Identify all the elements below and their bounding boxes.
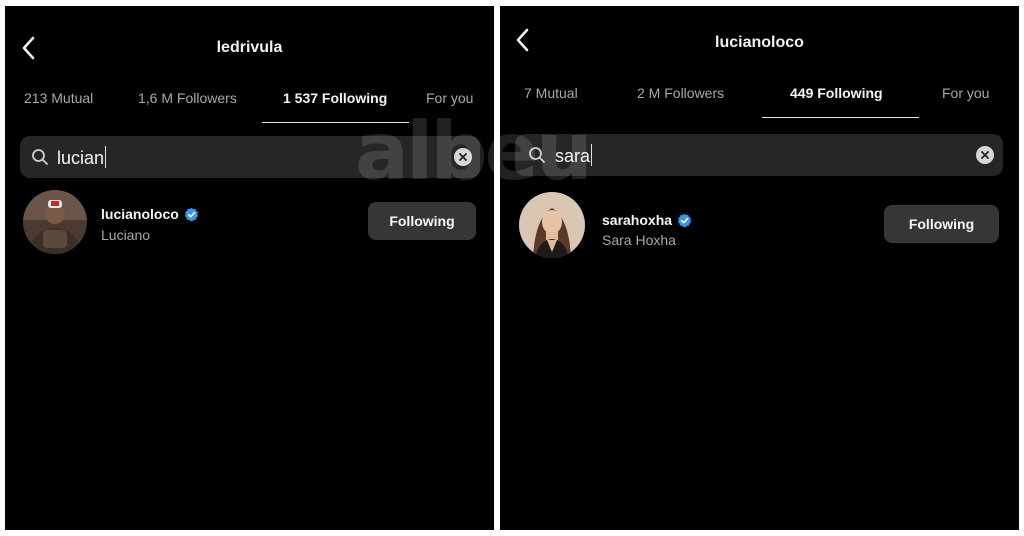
tab-followers[interactable]: 2 M Followers [637, 85, 724, 101]
verified-badge-icon [184, 207, 198, 221]
avatar[interactable] [23, 190, 87, 254]
clear-search-button[interactable] [454, 148, 472, 166]
text-caret [105, 146, 107, 168]
search-input[interactable]: lucian [57, 146, 107, 169]
search-input[interactable]: sara [555, 144, 593, 167]
clear-icon [459, 153, 467, 161]
tab-for-you[interactable]: For you [426, 90, 473, 106]
avatar-image [519, 192, 585, 258]
screenshot-collage: ledrivula 213 Mutual 1,6 M Followers 1 5… [0, 0, 1024, 536]
tab-mutual[interactable]: 213 Mutual [24, 90, 93, 106]
user-list-item[interactable]: lucianoloco Luciano Following [5, 190, 494, 256]
search-field[interactable]: sara [515, 134, 1003, 176]
tab-followers[interactable]: 1,6 M Followers [138, 90, 237, 106]
tab-for-you[interactable]: For you [942, 85, 989, 101]
username[interactable]: lucianoloco [101, 206, 199, 222]
search-field[interactable]: lucian [20, 136, 480, 178]
full-name: Sara Hoxha [602, 232, 676, 248]
profile-title: ledrivula [216, 39, 283, 56]
user-list-item[interactable]: sarahoxha Sara Hoxha Following [500, 192, 1019, 258]
avatar[interactable] [519, 192, 585, 258]
tab-bar: 213 Mutual 1,6 M Followers 1 537 Followi… [5, 88, 494, 124]
username[interactable]: sarahoxha [602, 212, 692, 228]
active-tab-indicator [762, 117, 919, 118]
search-icon [32, 149, 48, 165]
tab-bar: 7 Mutual 2 M Followers 449 Following For… [500, 83, 1019, 119]
avatar-image [23, 190, 87, 254]
username-text: sarahoxha [602, 212, 673, 228]
search-query-text: lucian [57, 148, 105, 168]
right-panel: lucianoloco 7 Mutual 2 M Followers 449 F… [500, 6, 1019, 530]
search-icon [529, 147, 545, 163]
search-query-text: sara [555, 146, 591, 166]
text-caret [591, 144, 593, 166]
left-panel: ledrivula 213 Mutual 1,6 M Followers 1 5… [5, 6, 494, 530]
verified-badge-icon [677, 213, 692, 227]
profile-title: lucianoloco [715, 34, 804, 51]
tab-following[interactable]: 449 Following [790, 85, 883, 101]
username-text: lucianoloco [101, 206, 179, 222]
clear-icon [981, 151, 989, 159]
tab-following[interactable]: 1 537 Following [283, 90, 387, 106]
following-button[interactable]: Following [368, 202, 476, 240]
tab-mutual[interactable]: 7 Mutual [524, 85, 578, 101]
clear-search-button[interactable] [976, 146, 994, 164]
active-tab-indicator [262, 122, 409, 123]
full-name: Luciano [101, 227, 151, 243]
following-button[interactable]: Following [884, 205, 999, 243]
